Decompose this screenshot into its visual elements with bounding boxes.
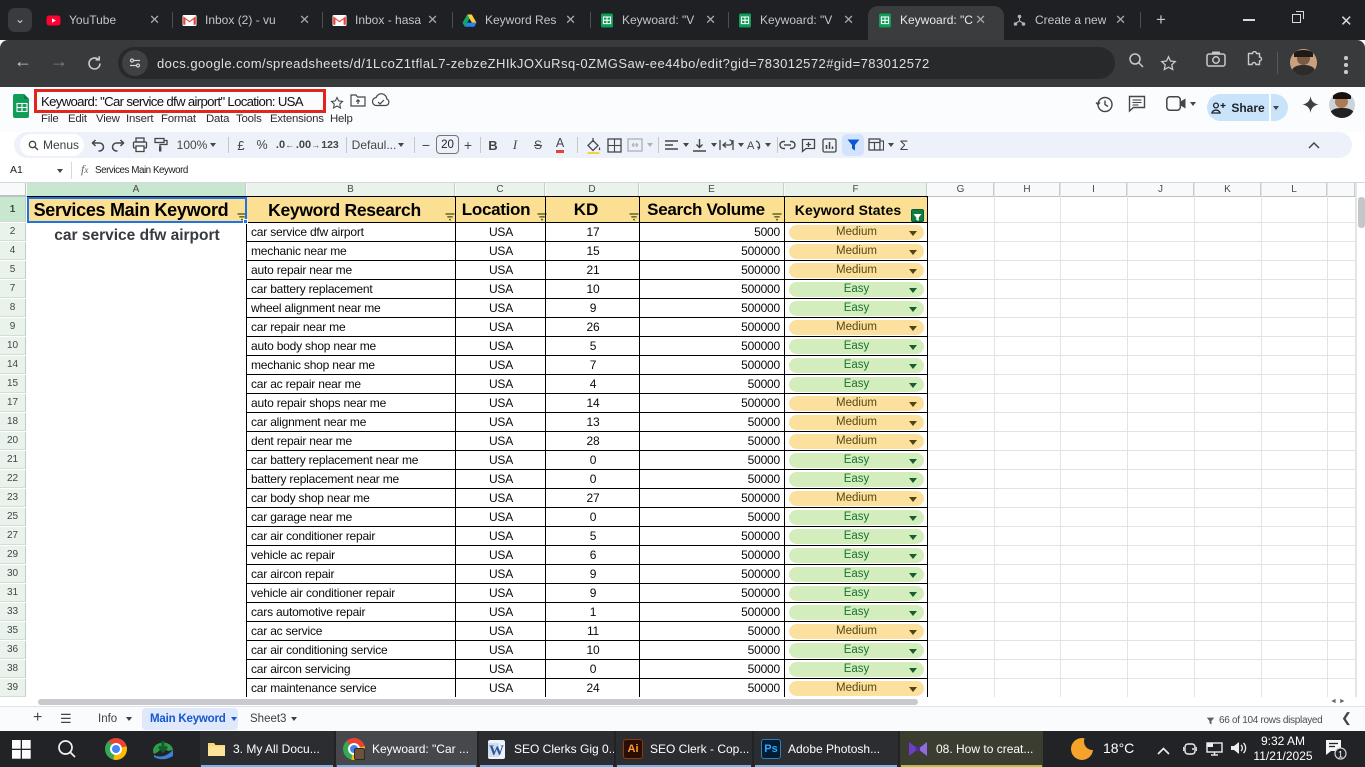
svg-text:A: A [747,140,755,152]
svg-text:1: 1 [1338,750,1343,760]
svg-text:W: W [489,743,504,759]
